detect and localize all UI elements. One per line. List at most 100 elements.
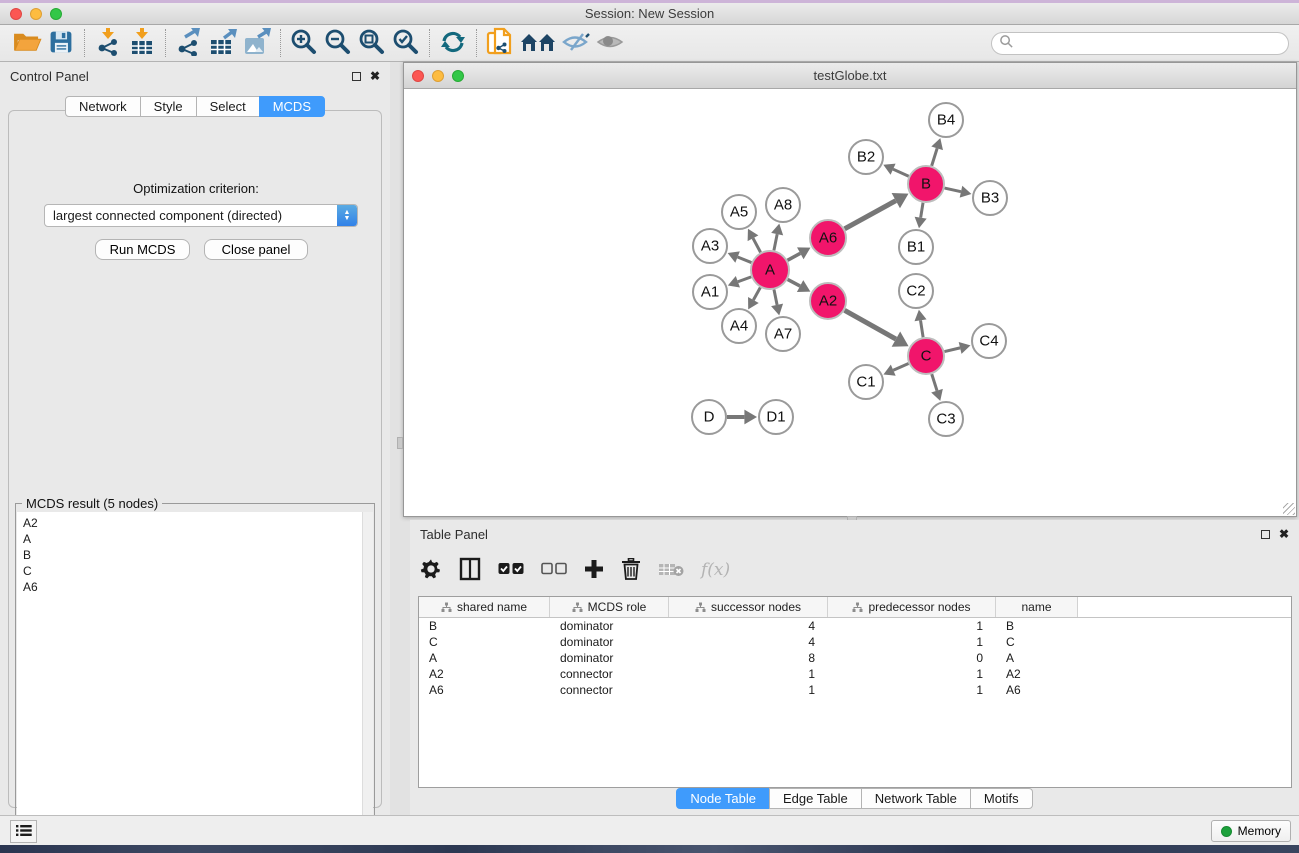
mcds-result-item[interactable]: A2 (23, 515, 363, 531)
graph-edge-A-A7[interactable] (774, 290, 777, 305)
delete-table-button[interactable] (658, 554, 684, 586)
zoom-fit-button[interactable] (355, 27, 389, 59)
network-vscroll-thumb[interactable] (397, 437, 403, 449)
memory-label: Memory (1238, 824, 1281, 838)
create-column-button[interactable] (584, 554, 604, 586)
delete-column-button[interactable] (621, 554, 641, 586)
float-panel-icon[interactable] (352, 72, 361, 81)
network-window-titlebar[interactable]: testGlobe.txt (404, 63, 1296, 89)
export-image-button[interactable] (240, 27, 274, 59)
graph-edge-A-A1[interactable] (738, 277, 751, 282)
graph-edge-A-A3[interactable] (738, 257, 752, 263)
tab-network[interactable]: Network (65, 96, 141, 117)
graph-edge-A-A2[interactable] (788, 279, 800, 286)
graph-edge-C-C3[interactable] (932, 374, 937, 391)
open-network-file-button[interactable] (483, 27, 517, 59)
close-panel-icon[interactable]: ✖ (370, 70, 380, 82)
tab-style[interactable]: Style (140, 96, 197, 117)
memory-button[interactable]: Memory (1211, 820, 1291, 842)
graph-arrowhead (771, 304, 783, 316)
zoom-fit-icon (358, 28, 386, 59)
table-row[interactable]: A dominator 8 0 A (419, 650, 1291, 666)
graph-edge-A-A5[interactable] (753, 238, 761, 252)
hide-panels-button[interactable] (559, 27, 593, 59)
column-header-mcds-role[interactable]: MCDS role (550, 597, 669, 617)
zoom-selected-button[interactable] (389, 27, 423, 59)
graph-node-label: C2 (906, 283, 925, 300)
refresh-button[interactable] (436, 27, 470, 59)
table-row[interactable]: B dominator 4 1 B (419, 618, 1291, 634)
column-type-icon (695, 602, 706, 613)
select-all-columns-button[interactable] (498, 554, 524, 586)
column-header-name[interactable]: name (996, 597, 1078, 617)
mcds-result-list[interactable]: A2 A B C A6 (17, 512, 363, 848)
graph-edge-B-B4[interactable] (932, 148, 937, 166)
column-header-filler (1078, 597, 1291, 617)
zoom-in-button[interactable] (287, 27, 321, 59)
dropdown-value: largest connected component (directed) (45, 208, 337, 223)
show-column-panel-button[interactable] (459, 554, 481, 586)
close-table-panel-icon[interactable]: ✖ (1279, 528, 1289, 540)
main-toolbar (0, 25, 1299, 62)
tab-motifs[interactable]: Motifs (970, 788, 1033, 809)
control-panel-header: Control Panel ✖ (0, 62, 390, 90)
tab-select[interactable]: Select (196, 96, 260, 117)
graph-node-label: B3 (981, 190, 999, 207)
unselect-all-columns-button[interactable] (541, 554, 567, 586)
import-table-button[interactable] (125, 27, 159, 59)
column-header-shared-name[interactable]: shared name (419, 597, 550, 617)
open-session-button[interactable] (10, 27, 44, 59)
graph-edge-A6-B[interactable] (845, 201, 896, 229)
home-view-button[interactable] (517, 27, 559, 59)
export-table-button[interactable] (206, 27, 240, 59)
network-resize-grip[interactable] (1283, 503, 1295, 515)
control-panel-tabs: Network Style Select MCDS (0, 96, 390, 117)
optimization-criterion-dropdown[interactable]: largest connected component (directed) ▲… (44, 204, 358, 227)
zoom-out-button[interactable] (321, 27, 355, 59)
mcds-result-item[interactable]: A (23, 531, 363, 547)
graph-edge-B-B3[interactable] (945, 188, 961, 192)
show-task-history-button[interactable] (10, 820, 37, 843)
columns-icon (459, 557, 481, 584)
import-network-button[interactable] (91, 27, 125, 59)
function-builder-button[interactable]: f(x) (701, 554, 730, 586)
search-input[interactable] (1014, 35, 1288, 53)
graph-edge-B-B1[interactable] (921, 203, 923, 218)
mcds-list-scrollbar[interactable] (362, 512, 373, 848)
graph-edge-A-A8[interactable] (774, 234, 777, 250)
table-panel-tabs: Node Table Edge Table Network Table Moti… (410, 788, 1299, 809)
graph-edge-C-C2[interactable] (921, 320, 924, 337)
column-header-successor-nodes[interactable]: successor nodes (669, 597, 828, 617)
tab-network-table[interactable]: Network Table (861, 788, 971, 809)
save-session-button[interactable] (44, 27, 78, 59)
homes-icon (519, 30, 557, 57)
close-panel-button[interactable]: Close panel (204, 239, 308, 260)
quick-search[interactable] (991, 32, 1289, 55)
tab-mcds[interactable]: MCDS (259, 96, 325, 117)
table-settings-button[interactable] (420, 554, 442, 586)
float-table-panel-icon[interactable] (1261, 530, 1270, 539)
tab-edge-table[interactable]: Edge Table (769, 788, 862, 809)
mcds-result-item[interactable]: A6 (23, 579, 363, 595)
mcds-result-item[interactable]: C (23, 563, 363, 579)
column-header-predecessor-nodes[interactable]: predecessor nodes (828, 597, 996, 617)
graph-edge-A-A6[interactable] (788, 253, 801, 260)
mcds-result-item[interactable]: B (23, 547, 363, 563)
graph-edge-C-C4[interactable] (944, 348, 960, 352)
network-canvas[interactable]: AA6A2BCA5A8A3A1A4A7B2B4B3B1C2C4C1C3DD1 (404, 89, 1296, 516)
toolbar-separator (429, 29, 430, 57)
table-row[interactable]: A2 connector 1 1 A2 (419, 666, 1291, 682)
main-titlebar[interactable]: Session: New Session (0, 3, 1299, 25)
graph-edge-B-B2[interactable] (893, 169, 909, 176)
toolbar-separator (165, 29, 166, 57)
show-panels-button[interactable] (593, 27, 627, 59)
graph-edge-A2-C[interactable] (845, 310, 896, 339)
graph-edge-C-C1[interactable] (893, 364, 908, 371)
unchecked-boxes-icon (541, 562, 567, 578)
table-row[interactable]: A6 connector 1 1 A6 (419, 682, 1291, 698)
tab-node-table[interactable]: Node Table (676, 788, 770, 809)
export-network-button[interactable] (172, 27, 206, 59)
table-row[interactable]: C dominator 4 1 C (419, 634, 1291, 650)
run-mcds-button[interactable]: Run MCDS (95, 239, 190, 260)
graph-edge-A-A4[interactable] (753, 287, 760, 300)
